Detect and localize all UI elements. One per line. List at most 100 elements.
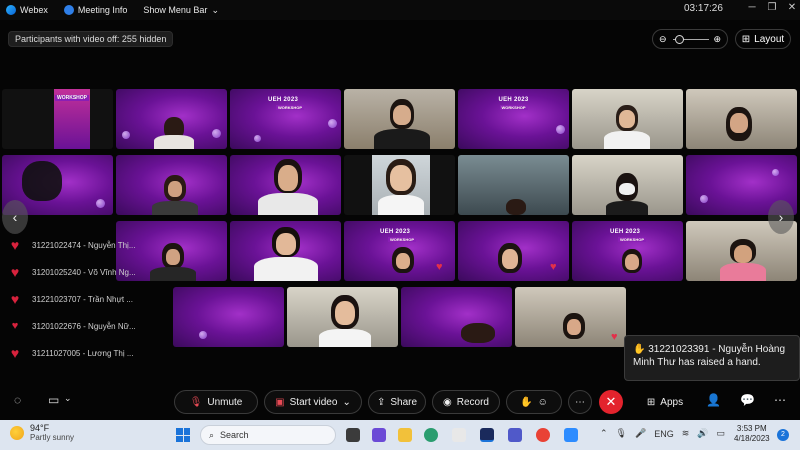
windows-start-icon[interactable]	[176, 428, 190, 442]
video-tile[interactable]	[572, 89, 683, 149]
video-tile[interactable]	[173, 287, 284, 347]
meeting-info-button[interactable]: Meeting Info	[63, 5, 128, 15]
chrome-icon[interactable]	[536, 428, 550, 442]
participant-face	[619, 110, 635, 128]
workshop-logo: WORKSHOP	[499, 105, 528, 110]
minimize-window-icon[interactable]: ─	[744, 2, 760, 13]
volume-icon[interactable]: 🔊	[697, 428, 708, 439]
restore-window-icon[interactable]: ❐	[764, 2, 780, 13]
weather-temperature: 94°F	[30, 423, 50, 433]
wifi-icon[interactable]: ≋	[682, 428, 690, 439]
show-menu-bar-button[interactable]: Show Menu Bar ⌄	[143, 5, 219, 16]
zoom-out-icon[interactable]: ⊖	[659, 34, 667, 45]
weather-condition: Partly sunny	[30, 433, 75, 442]
previous-page-icon[interactable]: ‹	[2, 200, 28, 234]
participant-face	[168, 181, 182, 197]
participants-icon[interactable]: 👤	[706, 393, 721, 407]
ueh-text: UEH	[610, 229, 624, 235]
bubble-decoration	[212, 129, 221, 138]
battery-icon[interactable]: ▭	[716, 428, 725, 439]
store-icon[interactable]	[452, 428, 466, 442]
video-tile[interactable]: UEH 2023 WORKSHOP	[230, 89, 341, 149]
notification-badge[interactable]: 2	[777, 429, 789, 441]
clock-date: 4/18/2023	[734, 434, 770, 443]
more-options-button[interactable]: ⋯	[568, 390, 592, 414]
emoji-reaction-icon[interactable]: ☺	[538, 397, 548, 408]
zoom-in-icon[interactable]: ⊕	[713, 34, 721, 45]
mic-muted-tray-icon[interactable]: 🎤	[635, 428, 646, 439]
raised-hand-notification[interactable]: ✋ 31221023391 - Nguyễn Hoàng Minh Thư ha…	[624, 335, 800, 381]
weather-widget[interactable]: 94°F Partly sunny	[10, 423, 74, 443]
zalo-icon[interactable]	[564, 428, 578, 442]
video-tile[interactable]: UEH 2023 WORKSHOP	[572, 221, 683, 281]
connection-status-icon[interactable]: ◌	[14, 393, 21, 407]
reaction-list-item: ♥ 31221023707 - Trần Nhựt ...	[8, 288, 133, 310]
participant-body	[319, 329, 371, 347]
teams-icon[interactable]	[508, 428, 522, 442]
participant-head	[506, 199, 526, 215]
video-tile[interactable]	[572, 155, 683, 215]
chevron-up-icon[interactable]: ⌃	[600, 428, 608, 439]
video-tile[interactable]	[401, 287, 512, 347]
workshop-logo: WORKSHOP	[276, 105, 304, 110]
app-name: Webex	[20, 5, 48, 15]
video-tile[interactable]	[116, 89, 227, 149]
video-zoom-slider[interactable]: ⊖ ⊕	[652, 29, 728, 49]
reactions-button-group[interactable]: ✋ ☺	[506, 390, 562, 414]
video-tile[interactable]: ♥	[458, 221, 569, 281]
layout-button[interactable]: ⊞ Layout	[735, 29, 791, 49]
task-view-icon[interactable]	[346, 428, 360, 442]
video-tile[interactable]	[686, 89, 797, 149]
ueh-logo: UEH 2023	[380, 229, 410, 235]
record-button[interactable]: ◉ Record	[432, 390, 500, 414]
video-tile[interactable]: UEH 2023 WORKSHOP ♥	[344, 221, 455, 281]
video-tile[interactable]	[458, 155, 569, 215]
next-page-icon[interactable]: ›	[768, 200, 794, 234]
chat-icon[interactable]: 💬	[740, 393, 755, 407]
bubble-decoration	[772, 169, 779, 176]
webex-taskbar-icon[interactable]	[480, 428, 494, 442]
webex-meeting-window: Webex Meeting Info Show Menu Bar ⌄ 03:17…	[0, 0, 800, 450]
video-tile[interactable]	[230, 221, 341, 281]
info-icon	[63, 5, 74, 15]
video-app-icon[interactable]	[372, 428, 386, 442]
video-tile[interactable]	[116, 155, 227, 215]
file-explorer-icon[interactable]	[398, 428, 412, 442]
reaction-list-item: ♥ 31221022474 - Nguyễn Thị...	[8, 234, 136, 256]
video-tile[interactable]	[344, 89, 455, 149]
mic-tray-icon[interactable]: 🎙	[616, 428, 627, 439]
meeting-info-label: Meeting Info	[77, 5, 128, 15]
video-tile[interactable]	[287, 287, 398, 347]
zoom-knob[interactable]	[675, 35, 684, 44]
ueh-logo: UEH 2023	[610, 229, 640, 235]
start-video-button[interactable]: ▣ Start video ⌄	[264, 390, 362, 414]
video-tile[interactable]: UEH 2023 WORKSHOP	[458, 89, 569, 149]
video-tile[interactable]	[230, 155, 341, 215]
video-tile[interactable]: ♥	[515, 287, 626, 347]
hidden-participants-label[interactable]: Participants with video off: 255 hidden	[8, 31, 174, 47]
more-panels-icon[interactable]: ⋯	[774, 393, 786, 407]
unmute-button[interactable]: 🎙 Unmute	[174, 390, 258, 414]
chevron-down-icon[interactable]: ⌄	[64, 393, 72, 404]
close-window-icon[interactable]: ✕	[784, 2, 800, 13]
raise-hand-icon[interactable]: ✋	[520, 397, 532, 408]
participant-name: 31211027005 - Lương Thị ...	[32, 348, 134, 358]
participant-face	[502, 249, 518, 269]
video-tile[interactable]: WORKSHOP	[2, 89, 113, 149]
apps-button[interactable]: ⊞ Apps	[640, 390, 690, 414]
taskbar-clock[interactable]: 3:53 PM 4/18/2023	[734, 424, 770, 444]
language-indicator[interactable]: ENG	[654, 429, 674, 439]
participant-name: 31201025240 - Võ Vĩnh Ng...	[32, 267, 136, 277]
participant-name: 31201022676 - Nguyễn Nữ...	[32, 321, 136, 331]
heart-reaction-icon: ♥	[611, 331, 618, 343]
leave-meeting-button[interactable]: ✕	[599, 390, 623, 414]
taskbar-search-input[interactable]: ⌕ Search	[200, 425, 336, 445]
heart-reaction-icon: ♥	[10, 237, 20, 253]
chevron-down-icon[interactable]: ⌄	[342, 397, 350, 408]
year-text: 2023	[283, 97, 299, 103]
captions-icon[interactable]: ▭	[48, 393, 59, 407]
video-tile[interactable]	[344, 155, 455, 215]
participant-body	[378, 195, 424, 215]
edge-browser-icon[interactable]	[424, 428, 438, 442]
share-button[interactable]: ⇪ Share	[368, 390, 426, 414]
